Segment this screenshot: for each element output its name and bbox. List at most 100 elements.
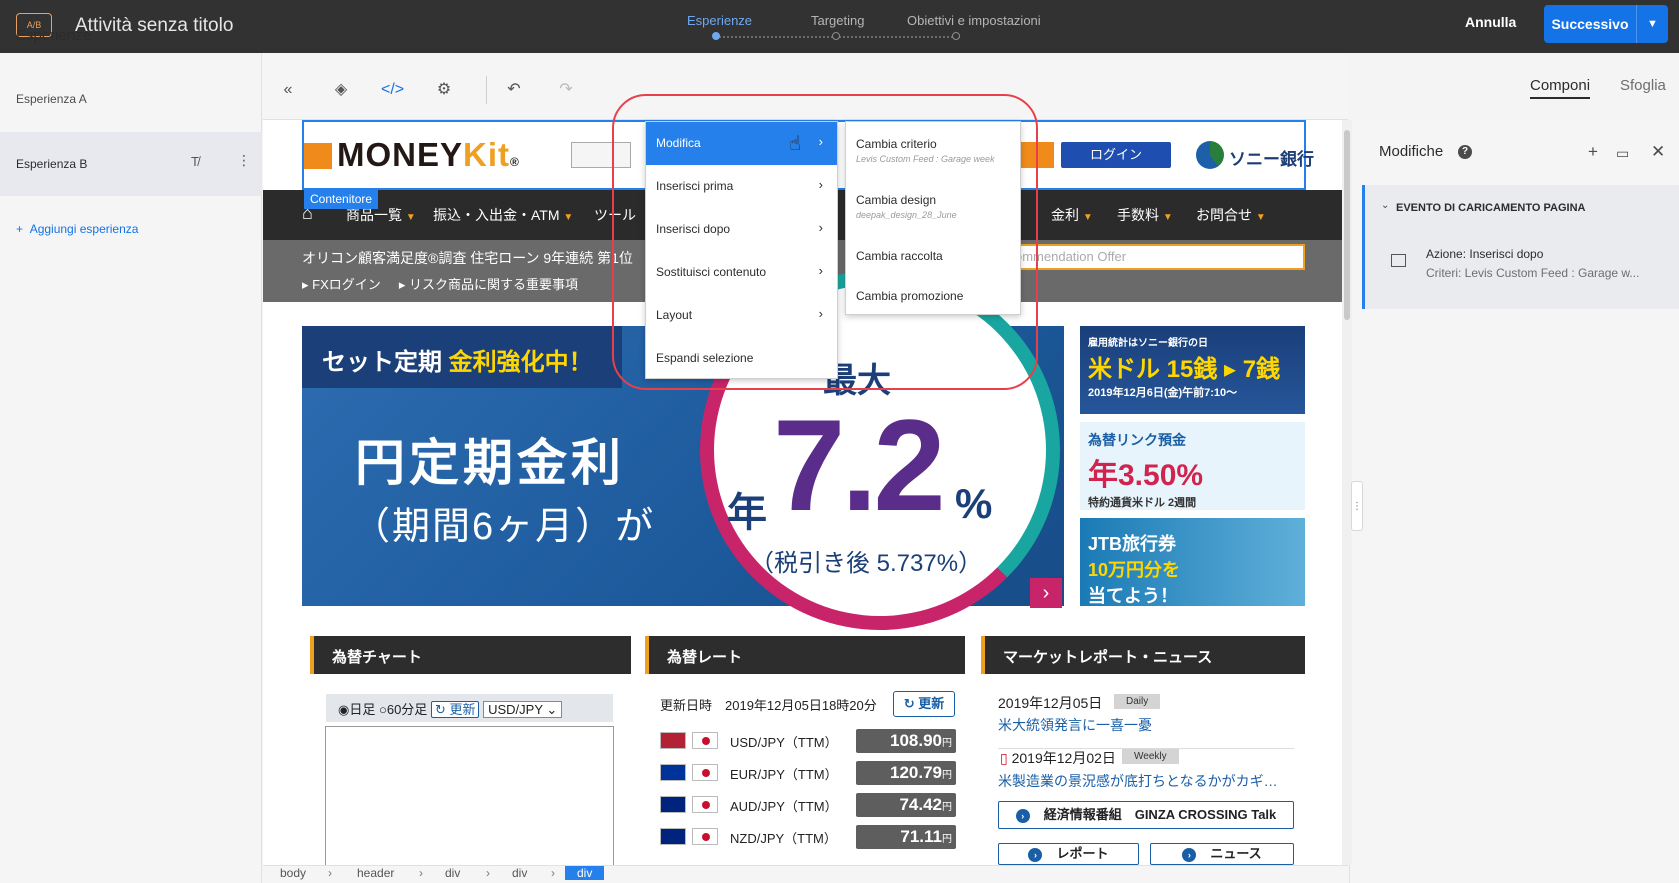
banner-rate: 7.2: [773, 392, 946, 538]
arrow-icon: ›: [1182, 847, 1197, 862]
news-link[interactable]: 米大統領発言に一喜一憂: [998, 715, 1152, 735]
banner-main-text: 円定期金利: [355, 435, 625, 491]
menu-item-inserisci-dopo[interactable]: Inserisci dopo ›: [646, 208, 837, 251]
close-icon[interactable]: ✕: [1651, 142, 1665, 162]
site-search-input[interactable]: [571, 142, 631, 168]
submenu-cambia-raccolta[interactable]: Cambia raccolta: [856, 249, 943, 263]
menu-item-sostituisci[interactable]: Sostituisci contenuto ›: [646, 251, 837, 294]
panel-resize-handle[interactable]: ⋮: [1351, 481, 1363, 531]
menu-item-inserisci-prima[interactable]: Inserisci prima ›: [646, 165, 837, 208]
submenu-cambia-design[interactable]: Cambia design: [856, 193, 936, 207]
chevron-down-icon[interactable]: ▼: [1637, 18, 1668, 30]
banner-next-arrow-icon[interactable]: ›: [1030, 578, 1062, 608]
fx-login-link[interactable]: FXログイン: [312, 277, 381, 292]
tab-componi[interactable]: Componi: [1530, 77, 1591, 99]
help-icon[interactable]: ?: [1458, 145, 1472, 159]
eu-flag-icon: [660, 764, 686, 781]
undo-icon[interactable]: ↶: [504, 80, 524, 100]
ad-jtb-voucher[interactable]: JTB旅行券 10万円分を 当てよう！: [1080, 518, 1305, 606]
page-load-event-title: EVENTO DI CARICAMENTO PAGINA: [1396, 202, 1586, 214]
nav-tools[interactable]: ツール: [594, 205, 636, 225]
jp-flag-icon: [692, 732, 718, 749]
collapse-icon[interactable]: «: [278, 80, 298, 100]
rate-pair: EUR/JPY（TTM）: [730, 767, 838, 782]
chevron-right-icon: ›: [818, 220, 823, 235]
canvas-scroll-thumb[interactable]: [1344, 130, 1350, 320]
menu-item-espandi[interactable]: Espandi selezione: [646, 337, 837, 380]
orange-button[interactable]: [1020, 142, 1054, 168]
crumb-div[interactable]: div: [445, 866, 460, 880]
crumb-body[interactable]: body: [280, 866, 306, 880]
moneykit-logo-icon: [304, 143, 332, 169]
jp-flag-icon: [692, 764, 718, 781]
chevron-right-icon: ›: [328, 866, 332, 880]
modifications-title: Modifiche: [1379, 143, 1444, 160]
nav-fees[interactable]: 手数料 ▼: [1117, 205, 1173, 225]
step-goals-settings[interactable]: Obiettivi e impostazioni: [907, 13, 1041, 28]
login-button[interactable]: ログイン: [1061, 142, 1171, 168]
add-icon[interactable]: +: [1588, 142, 1598, 162]
experience-a[interactable]: Esperienza A: [16, 92, 87, 106]
activity-title[interactable]: Attività senza titolo: [75, 15, 233, 37]
report-button[interactable]: › レポート: [998, 843, 1139, 865]
container-label: Contenitore: [304, 190, 379, 209]
nav-interest[interactable]: 金利 ▼: [1051, 205, 1093, 225]
experience-b[interactable]: Esperienza B: [16, 157, 87, 171]
gear-icon[interactable]: ⚙: [434, 80, 454, 100]
cancel-button[interactable]: Annulla: [1465, 14, 1516, 30]
layers-icon[interactable]: ◈: [331, 80, 351, 100]
rate-row: USD/JPY（TTM） 108.90円: [660, 729, 956, 753]
nav-contact[interactable]: お問合せ ▼: [1196, 205, 1266, 225]
chevron-right-icon: ›: [486, 866, 490, 880]
submenu-cambia-promozione[interactable]: Cambia promozione: [856, 289, 963, 303]
chevron-right-icon: ›: [818, 263, 823, 278]
action-label[interactable]: Azione: Inserisci dopo: [1426, 247, 1543, 261]
tab-sfoglia[interactable]: Sfoglia: [1620, 77, 1666, 94]
more-options-icon[interactable]: ⋮: [237, 152, 251, 169]
news-date: ▯ 2019年12月02日 Weekly: [1000, 748, 1179, 768]
step-targeting[interactable]: Targeting: [811, 13, 864, 28]
banner-after-tax: （税引き後 5.737%）: [750, 550, 983, 577]
news-button[interactable]: › ニュース: [1150, 843, 1294, 865]
daily-radio[interactable]: ◉日足: [338, 702, 375, 717]
ginza-talk-button[interactable]: › 経済情報番組 GINZA CROSSING Talk: [998, 801, 1294, 829]
rate-value: 108.90円: [856, 729, 956, 753]
chevron-down-icon[interactable]: ⌄: [1381, 200, 1389, 211]
device-icon[interactable]: ▭: [1616, 145, 1629, 162]
crumb-div[interactable]: div: [512, 866, 527, 880]
next-button[interactable]: Successivo ▼: [1544, 5, 1668, 43]
submenu-cambia-criterio[interactable]: Cambia criterio: [856, 137, 937, 151]
code-icon[interactable]: </>: [381, 80, 404, 100]
fx-chart-heading: 為替チャート: [310, 636, 631, 674]
document-icon: ▯: [1000, 750, 1008, 766]
menu-item-layout[interactable]: Layout ›: [646, 294, 837, 337]
risk-link[interactable]: リスク商品に関する重要事項: [409, 277, 578, 292]
rename-icon[interactable]: T̸: [191, 154, 199, 169]
rate-update-button[interactable]: ↻ 更新: [893, 691, 955, 717]
experiences-title: Esperienze: [16, 27, 92, 44]
nz-flag-icon: [660, 828, 686, 845]
recommendation-offer-box[interactable]: ommendation Offer: [1005, 244, 1305, 270]
ad-employment-stats[interactable]: 雇用統計はソニー銀行の日 米ドル 15銭 ▸ 7銭 2019年12月6日(金)午…: [1080, 326, 1305, 414]
modifica-submenu: Cambia criterio Levis Custom Feed : Gara…: [845, 121, 1021, 315]
step-experiences[interactable]: Esperienze: [687, 13, 752, 28]
fx-rate-heading: 為替レート: [645, 636, 965, 674]
currency-pair-select[interactable]: USD/JPY ⌄: [483, 701, 563, 718]
chevron-right-icon: ›: [818, 306, 823, 321]
chevron-right-icon: ›: [818, 177, 823, 192]
crumb-div-selected[interactable]: div: [565, 866, 605, 880]
chart-update-button[interactable]: ↻ 更新: [430, 701, 480, 718]
nav-transfer[interactable]: 振込・入出金・ATM ▼: [433, 205, 573, 225]
redo-icon[interactable]: ↷: [556, 80, 576, 100]
news-badge: Daily: [1114, 694, 1161, 709]
crumb-header[interactable]: header: [357, 866, 394, 880]
menu-item-modifica[interactable]: Modifica ›: [646, 122, 837, 165]
add-experience-link[interactable]: + Aggiungi esperienza: [16, 222, 138, 236]
rate-pair: USD/JPY（TTM）: [730, 735, 838, 750]
banner-sub-text: （期間6ヶ月）が: [352, 506, 656, 548]
ad-fx-link-deposit[interactable]: 為替リンク預金 年3.50% 特約通貨米ドル 2週間: [1080, 422, 1305, 510]
news-link[interactable]: 米製造業の景況感が底打ちとなるかがカギ…: [998, 771, 1278, 791]
hourly-radio[interactable]: ○60分足: [379, 702, 427, 717]
chart-controls: ◉日足 ○60分足 ↻ 更新 USD/JPY ⌄: [326, 694, 613, 722]
notice-text[interactable]: オリコン顧客満足度®調査 住宅ローン 9年連続 第1位: [302, 248, 633, 268]
